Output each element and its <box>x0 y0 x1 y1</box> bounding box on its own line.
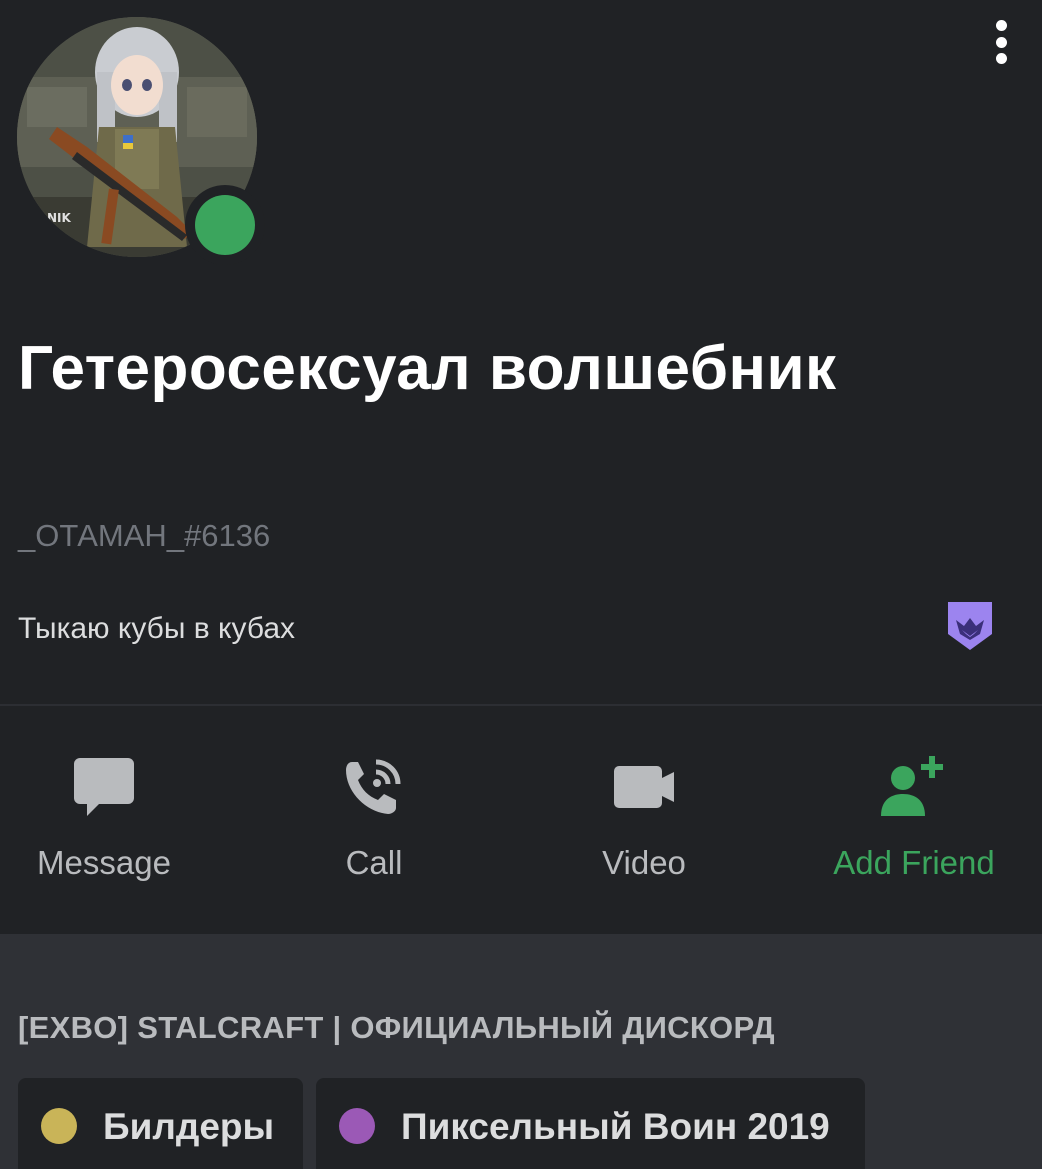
add-friend-label: Add Friend <box>833 844 995 881</box>
display-name: Гетеросексуал волшебник <box>18 334 837 403</box>
role-name: Билдеры <box>103 1106 275 1147</box>
call-label: Call <box>345 844 403 881</box>
avatar[interactable]: NIK <box>17 17 265 265</box>
call-button[interactable]: Call <box>244 706 504 934</box>
server-name: [EXBO] STALCRAFT | ОФИЦИАЛЬНЫЙ ДИСКОРД <box>18 1010 775 1045</box>
role-color-dot <box>41 1108 77 1144</box>
about-me: Тыкаю кубы в кубах <box>18 612 296 645</box>
video-label: Video <box>602 844 686 881</box>
add-friend-button[interactable]: Add Friend <box>784 706 1042 934</box>
profile-header: NIK Гетеросексуал волшебник _ОТАМАН_#613… <box>0 0 1042 705</box>
hypesquad-badge-icon[interactable] <box>946 600 994 652</box>
more-vertical-icon-dot <box>995 36 1007 48</box>
profile-actions: Message Call Video Add Friend <box>0 706 1042 934</box>
role-pill[interactable]: Пиксельный Воин 2019 <box>316 1078 865 1169</box>
server-roles-section: [EXBO] STALCRAFT | ОФИЦИАЛЬНЫЙ ДИСКОРД Б… <box>0 934 1042 1169</box>
more-vertical-icon-dot <box>995 53 1007 64</box>
call-icon <box>344 756 404 821</box>
more-options-button[interactable] <box>980 14 1022 70</box>
add-friend-icon <box>879 756 949 823</box>
user-tag: _ОТАМАН_#6136 <box>18 518 271 553</box>
message-button[interactable]: Message <box>0 706 234 934</box>
role-name: Пиксельный Воин 2019 <box>401 1106 830 1147</box>
role-color-dot <box>339 1108 375 1144</box>
online-status-dot <box>195 195 255 255</box>
message-icon <box>73 756 135 823</box>
role-pill[interactable]: Билдеры <box>18 1078 303 1169</box>
message-label: Message <box>37 844 171 881</box>
more-vertical-icon <box>995 20 1007 31</box>
svg-text:NIK: NIK <box>47 211 72 225</box>
video-icon <box>612 756 676 821</box>
status-indicator <box>185 185 265 265</box>
video-button[interactable]: Video <box>514 706 774 934</box>
